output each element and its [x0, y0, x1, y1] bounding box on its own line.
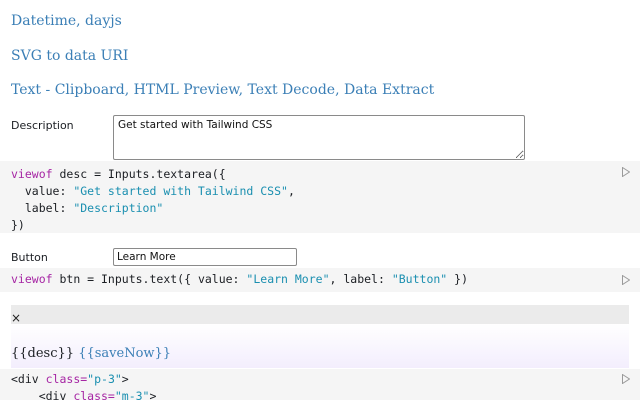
description-label: Description — [11, 119, 74, 132]
code-string: "Description" — [73, 201, 164, 215]
code-keyword: viewof — [11, 272, 53, 286]
code-attr: class= — [73, 389, 115, 403]
code-text: label: — [11, 201, 74, 215]
button-text-input[interactable] — [113, 248, 297, 266]
code-text: , — [287, 184, 295, 198]
play-icon[interactable] — [622, 167, 630, 177]
link-datetime-dayjs[interactable]: Datetime, dayjs — [11, 13, 122, 29]
preview-toolbar — [11, 305, 629, 324]
code-attr: class= — [45, 372, 88, 386]
code-string: "m-3" — [114, 389, 150, 403]
play-icon[interactable] — [622, 374, 630, 384]
play-icon[interactable] — [622, 275, 630, 285]
code-text: , label: — [329, 272, 392, 286]
code-string: "p-3" — [87, 372, 122, 386]
code-text: desc = Inputs.textarea({ — [52, 167, 226, 181]
code-text: > — [121, 372, 129, 386]
code-text: value: — [11, 184, 74, 198]
code-text: <div — [11, 389, 74, 403]
template-preview-line: {{desc}} {{saveNow}} — [11, 346, 171, 361]
code-cell-html[interactable]: <div class="p-3"> <div class="m-3"> — [0, 369, 640, 403]
code-text: <div — [11, 372, 46, 386]
save-now-template[interactable]: {{saveNow}} — [78, 346, 171, 361]
code-text: }) — [447, 272, 468, 286]
code-text: btn = Inputs.text({ value: — [52, 272, 247, 286]
link-text-tools[interactable]: Text - Clipboard, HTML Preview, Text Dec… — [11, 82, 434, 98]
description-textarea[interactable]: Get started with Tailwind CSS — [113, 115, 525, 160]
desc-template: {{desc}} — [11, 346, 75, 361]
code-cell-desc[interactable]: viewof desc = Inputs.textarea({ value: "… — [0, 161, 640, 233]
code-string: "Get started with Tailwind CSS" — [73, 184, 288, 198]
code-keyword: viewof — [11, 167, 53, 181]
link-svg-to-data-uri[interactable]: SVG to data URI — [11, 48, 128, 64]
close-icon[interactable]: × — [11, 311, 21, 325]
code-text: }) — [11, 218, 25, 232]
code-string: "Learn More" — [246, 272, 330, 286]
code-text: > — [149, 389, 157, 403]
button-field-label: Button — [11, 251, 48, 264]
code-cell-btn[interactable]: viewof btn = Inputs.text({ value: "Learn… — [0, 268, 640, 292]
code-string: "Button" — [391, 272, 448, 286]
